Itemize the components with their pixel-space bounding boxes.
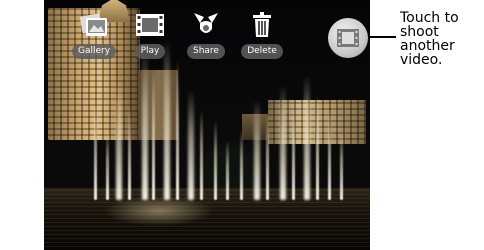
fountain-jet bbox=[188, 90, 194, 200]
fountain-jet bbox=[316, 95, 319, 200]
share-icon bbox=[191, 10, 221, 40]
delete-button[interactable]: Delete bbox=[238, 10, 286, 70]
video-camera-icon bbox=[337, 29, 359, 47]
fountain-jet bbox=[116, 80, 122, 200]
fountain-jet bbox=[266, 115, 269, 200]
fountain-jet bbox=[226, 140, 229, 200]
fountain-jet bbox=[340, 130, 343, 200]
play-button[interactable]: Play bbox=[126, 10, 174, 70]
fountain-jet bbox=[254, 100, 260, 200]
fountain-jet bbox=[304, 75, 310, 200]
review-toolbar: Gallery Play Share Delete bbox=[70, 10, 286, 70]
fountain-jet bbox=[200, 110, 203, 200]
water-reflection bbox=[104, 196, 214, 226]
share-label: Share bbox=[187, 44, 225, 59]
fountain-jet bbox=[240, 130, 243, 200]
delete-label: Delete bbox=[241, 44, 283, 59]
fountain-jet bbox=[292, 105, 295, 200]
fountain-jet bbox=[176, 60, 179, 200]
gallery-button[interactable]: Gallery bbox=[70, 10, 118, 70]
fountain-jet bbox=[106, 130, 109, 200]
film-icon bbox=[135, 10, 165, 40]
callout-pointer-line bbox=[368, 36, 396, 38]
play-label: Play bbox=[134, 44, 166, 59]
shoot-video-button[interactable] bbox=[328, 18, 368, 58]
share-button[interactable]: Share bbox=[182, 10, 230, 70]
fountain-jet bbox=[280, 85, 286, 200]
fountain-jet bbox=[142, 50, 148, 200]
fountain-jet bbox=[152, 70, 155, 200]
fountain-jet bbox=[94, 100, 97, 200]
gallery-label: Gallery bbox=[71, 44, 117, 59]
trash-icon bbox=[249, 10, 275, 40]
fountain-jet bbox=[214, 120, 217, 200]
video-review-screen: Gallery Play Share Delete bbox=[44, 0, 370, 250]
gallery-icon bbox=[79, 10, 109, 40]
fountain-jet bbox=[128, 105, 131, 200]
fountain-jet bbox=[328, 110, 331, 200]
callout-text: Touch to shoot another video. bbox=[400, 10, 459, 68]
